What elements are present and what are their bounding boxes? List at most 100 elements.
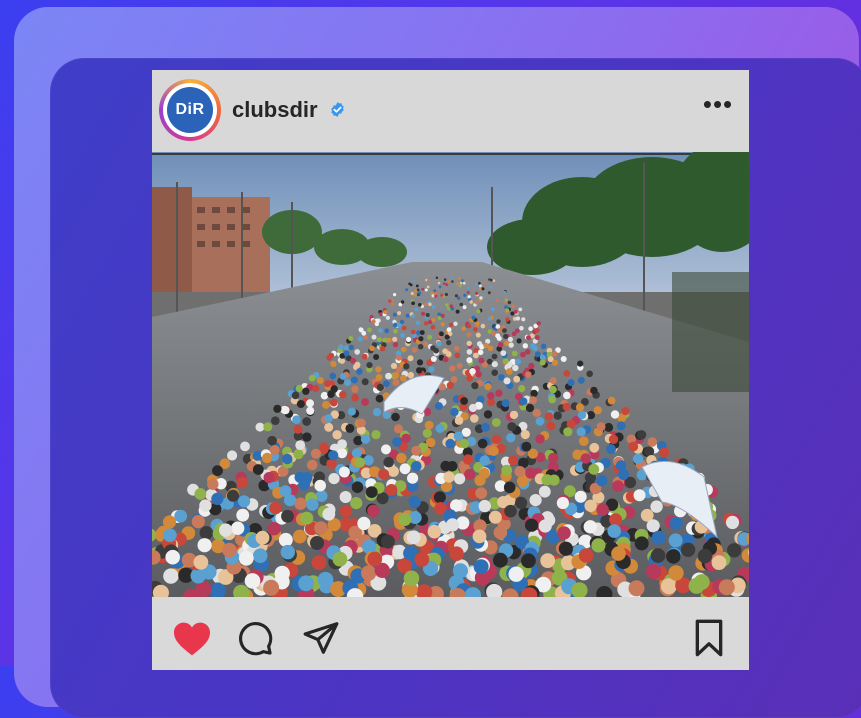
crowd-texture xyxy=(484,410,492,418)
crowd-texture xyxy=(198,538,212,552)
crowd-texture xyxy=(302,417,311,426)
crowd-texture xyxy=(530,390,537,397)
crowd-texture xyxy=(488,291,491,294)
crowd-texture xyxy=(273,405,281,413)
crowd-texture xyxy=(500,350,506,356)
crowd-texture xyxy=(476,333,481,338)
crowd-texture xyxy=(526,335,531,340)
avatar[interactable]: DiR xyxy=(163,83,217,137)
crowd-texture xyxy=(212,465,223,476)
crowd-texture xyxy=(445,293,448,296)
crowd-texture xyxy=(579,436,589,446)
crowd-texture xyxy=(441,322,445,326)
crowd-texture xyxy=(652,531,666,545)
crowd-texture xyxy=(458,277,460,279)
crowd-texture xyxy=(367,328,372,333)
crowd-texture xyxy=(454,346,460,352)
crowd-texture xyxy=(411,314,415,318)
crowd-texture xyxy=(535,328,540,333)
crowd-texture xyxy=(455,294,458,297)
crowd-texture xyxy=(412,347,418,353)
crowd-texture xyxy=(491,331,496,336)
crowd-texture xyxy=(332,430,341,439)
crowd-texture xyxy=(586,371,593,378)
crowd-texture xyxy=(596,503,609,516)
crowd-texture xyxy=(474,559,489,574)
crowd-texture xyxy=(477,309,481,313)
crowd-texture xyxy=(281,545,295,559)
crowd-texture xyxy=(454,473,465,484)
crowd-texture xyxy=(646,564,661,579)
crowd-texture xyxy=(460,439,470,449)
crowd-texture xyxy=(294,498,306,510)
crowd-texture xyxy=(557,526,571,540)
crowd-texture xyxy=(575,491,587,503)
crowd-texture xyxy=(536,417,545,426)
crowd-texture xyxy=(533,409,541,417)
crowd-texture xyxy=(312,385,319,392)
crowd-texture xyxy=(589,443,599,453)
crowd-texture xyxy=(508,337,513,342)
crowd-texture xyxy=(352,481,364,493)
like-heart-icon[interactable] xyxy=(172,621,212,657)
crowd-texture xyxy=(498,328,503,333)
crowd-texture xyxy=(467,324,472,329)
crowd-texture xyxy=(163,528,177,542)
crowd-texture xyxy=(416,367,422,373)
crowd-texture xyxy=(503,358,509,364)
more-options-button[interactable]: ••• xyxy=(700,97,736,121)
crowd-texture xyxy=(309,375,316,382)
crowd-texture xyxy=(436,277,438,279)
crowd-texture xyxy=(454,432,463,441)
crowd-texture xyxy=(444,278,447,281)
crowd-texture xyxy=(467,341,472,346)
crowd-texture xyxy=(455,353,461,359)
comment-icon[interactable] xyxy=(236,619,274,657)
crowd-texture xyxy=(552,351,558,357)
crowd-texture xyxy=(307,460,318,471)
username[interactable]: clubsdir xyxy=(232,97,318,123)
crowd-texture xyxy=(406,314,410,318)
crowd-texture xyxy=(584,520,597,533)
crowd-texture xyxy=(297,400,305,408)
crowd-texture xyxy=(357,517,370,530)
crowd-texture xyxy=(316,490,328,502)
crowd-texture xyxy=(515,497,527,509)
crowd-texture xyxy=(267,436,277,446)
crowd-texture xyxy=(445,303,449,307)
send-share-icon[interactable] xyxy=(302,619,340,657)
crowd-texture xyxy=(411,301,415,305)
crowd-texture xyxy=(280,485,292,497)
crowd-texture xyxy=(191,568,206,583)
crowd-texture xyxy=(506,308,510,312)
crowd-texture xyxy=(509,567,524,582)
crowd-texture xyxy=(363,335,368,340)
crowd-texture xyxy=(447,327,452,332)
avatar-story-ring[interactable]: DiR xyxy=(159,79,221,141)
crowd-texture xyxy=(528,363,534,369)
crowd-texture xyxy=(385,373,392,380)
crowd-texture xyxy=(414,290,417,293)
crowd-texture xyxy=(354,362,360,368)
crowd-texture xyxy=(496,299,499,302)
crowd-texture xyxy=(668,565,683,580)
crowd-texture xyxy=(478,439,488,449)
crowd-texture xyxy=(427,279,430,282)
crowd-texture xyxy=(400,463,411,474)
crowd-texture xyxy=(328,450,338,460)
crowd-texture xyxy=(577,427,586,436)
crowd-texture xyxy=(712,555,727,570)
crowd-texture xyxy=(526,404,534,412)
crowd-texture xyxy=(371,319,375,323)
crowd-texture xyxy=(604,423,613,432)
crowd-texture xyxy=(392,337,397,342)
crowd-texture xyxy=(530,343,535,348)
crowd-texture xyxy=(310,536,324,550)
crowd-texture xyxy=(451,280,454,283)
crowd-texture xyxy=(513,376,520,383)
bookmark-save-icon[interactable] xyxy=(692,618,726,658)
crowd-texture xyxy=(219,523,232,536)
crowd-texture xyxy=(386,484,398,496)
crowd-texture xyxy=(393,323,398,328)
crowd-texture xyxy=(504,377,511,384)
